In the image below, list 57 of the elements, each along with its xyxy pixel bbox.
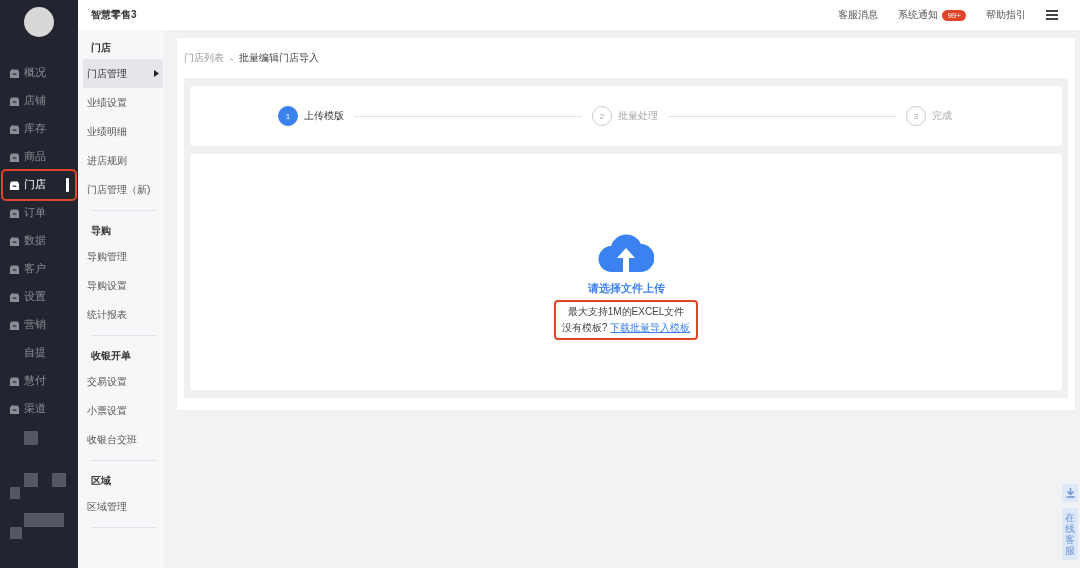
submenu-item[interactable]: 门店管理 [83, 59, 163, 88]
nav-item[interactable]: 概况 [3, 59, 75, 87]
submenu-item[interactable]: 交易设置 [83, 367, 163, 396]
blurred-block [24, 431, 38, 445]
nav-item[interactable]: 店铺 [3, 87, 75, 115]
blurred-block [10, 487, 20, 499]
submenu-item[interactable]: 收银台交班 [83, 425, 163, 454]
step-label: 批量处理 [618, 109, 658, 123]
nav-item[interactable]: 商品 [3, 143, 75, 171]
step-number: 1 [278, 106, 298, 126]
submenu-item[interactable]: 业绩设置 [83, 88, 163, 117]
submenu-item[interactable]: 统计报表 [83, 300, 163, 329]
download-template-link[interactable]: 下载批量导入模板 [610, 322, 691, 333]
blurred-block [52, 473, 66, 487]
nav-item[interactable]: 库存 [3, 115, 75, 143]
nav-item[interactable]: 慧付 [3, 367, 75, 395]
download-icon [1065, 488, 1075, 498]
nav-item[interactable]: 营销 [3, 311, 75, 339]
menu-section-heading: 收银开单 [90, 349, 132, 363]
app-title: 智慧零售3 [78, 0, 164, 30]
selection-bar [66, 178, 69, 192]
submenu-item[interactable]: 导购管理 [83, 242, 163, 271]
menu-section-heading: 导购 [90, 224, 112, 238]
menu-icon[interactable] [1046, 10, 1058, 20]
menu-section-heading: 门店 [90, 41, 112, 55]
upload-title[interactable]: 请选择文件上传 [587, 282, 665, 296]
nav-item[interactable]: 客户 [3, 255, 75, 283]
nav-item[interactable]: 门店 [3, 171, 75, 199]
notification-badge: 99+ [942, 9, 966, 21]
submenu-item[interactable]: 小票设置 [83, 396, 163, 425]
step-label: 上传模版 [304, 109, 344, 123]
download-button[interactable] [1062, 484, 1078, 502]
submenu-item[interactable]: 门店管理（新) [83, 175, 163, 204]
nav-item[interactable]: 订单 [3, 199, 75, 227]
file-size-hint: 最大支持1M的EXCEL文件 [567, 305, 685, 319]
caret-icon [154, 70, 159, 77]
breadcrumb-separator: - [230, 52, 234, 64]
breadcrumb-item: 批量编辑门店导入 [239, 51, 320, 65]
submenu-item[interactable]: 进店规则 [83, 146, 163, 175]
nav-item[interactable]: 设置 [3, 283, 75, 311]
blurred-block [24, 513, 64, 527]
nav-item[interactable]: 数据 [3, 227, 75, 255]
submenu-item[interactable]: 导购设置 [83, 271, 163, 300]
blurred-block [24, 473, 38, 487]
topbar-link[interactable]: 帮助指引 [986, 8, 1026, 22]
blurred-block [10, 527, 22, 539]
submenu-item[interactable]: 业绩明细 [83, 117, 163, 146]
nav-item[interactable]: 自提 [3, 339, 75, 367]
topbar-link[interactable]: 系统通知 99+ [898, 8, 966, 22]
template-prompt: 没有模板? [561, 322, 608, 333]
submenu-item[interactable]: 区域管理 [83, 492, 163, 521]
nav-item[interactable]: 渠道 [3, 395, 75, 423]
menu-section-heading: 区域 [90, 474, 112, 488]
avatar[interactable] [24, 7, 54, 37]
step-label: 完成 [932, 109, 952, 123]
online-service-label: 在线客服 [1065, 512, 1075, 556]
topbar-link[interactable]: 客服消息 [838, 8, 879, 22]
